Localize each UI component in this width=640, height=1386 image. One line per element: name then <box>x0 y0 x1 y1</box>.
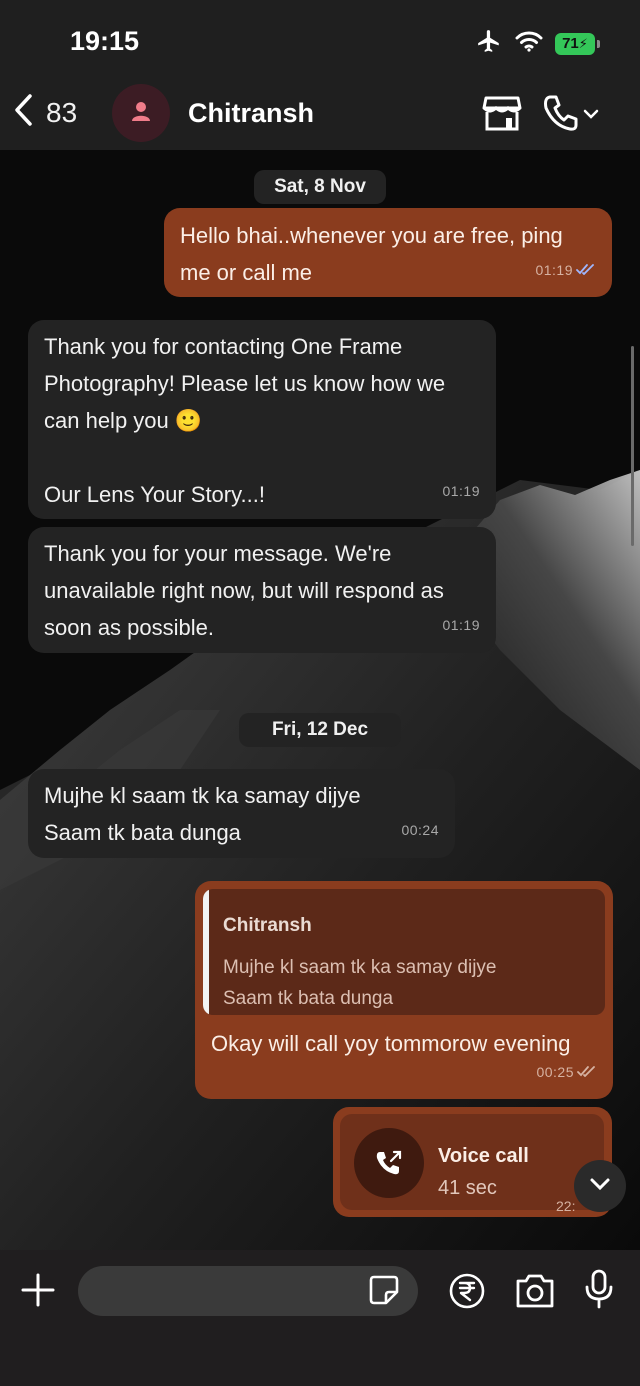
back-button[interactable]: 83 <box>12 92 77 133</box>
message-text: Mujhe kl saam tk ka samay dijye Saam tk … <box>44 783 361 845</box>
message-outgoing[interactable]: Hello bhai..whenever you are free, ping … <box>164 208 612 297</box>
bolt-icon: ⚡ <box>578 35 588 51</box>
status-bar: 19:15 71 ⚡ <box>0 0 640 78</box>
chat-area[interactable]: Sat, 8 Nov Hello bhai..whenever you are … <box>0 150 640 1250</box>
message-meta: 00:24 <box>401 812 439 849</box>
scroll-to-bottom-button[interactable] <box>574 1160 626 1212</box>
rupee-icon[interactable] <box>448 1272 486 1315</box>
read-ticks-icon <box>577 1054 597 1091</box>
message-time: 01:19 <box>442 483 480 499</box>
quote-text: Saam tk bata dunga <box>223 988 394 1009</box>
camera-icon[interactable] <box>514 1272 556 1315</box>
status-icons: 71 ⚡ <box>475 28 600 59</box>
battery-level: 71 ⚡ <box>555 32 595 55</box>
battery-charging-icon: 71 ⚡ <box>555 32 600 55</box>
sticker-icon[interactable] <box>368 1274 400 1311</box>
phone-icon <box>542 94 578 137</box>
wifi-icon <box>515 30 543 57</box>
quoted-message[interactable]: Chitransh Mujhe kl saam tk ka samay dijy… <box>203 889 605 1015</box>
battery-percent: 71 <box>562 35 579 52</box>
message-time: 01:19 <box>535 262 573 278</box>
message-meta: 01:19 <box>442 607 480 644</box>
message-text: Thank you for your message. We're unavai… <box>44 541 444 640</box>
message-time: 01:19 <box>442 617 480 633</box>
message-meta: 01:19 <box>535 252 596 289</box>
call-duration: 41 sec <box>438 1177 497 1199</box>
message-text: Hello bhai..whenever you are free, ping … <box>180 223 563 285</box>
back-chevron-icon <box>12 92 36 133</box>
read-ticks-icon <box>576 252 596 289</box>
avatar[interactable] <box>112 84 170 142</box>
message-time: 00:25 <box>536 1064 574 1080</box>
call-button[interactable] <box>542 94 600 137</box>
airplane-icon <box>475 28 503 59</box>
quote-bar <box>203 889 209 1015</box>
message-time: 00:24 <box>401 822 439 838</box>
voice-call-card[interactable]: Voice call 41 sec 22: <box>340 1114 604 1214</box>
voice-call-message[interactable]: Voice call 41 sec 22: <box>333 1107 612 1217</box>
chat-header: 83 Chitransh <box>0 78 640 150</box>
message-meta: 00:25 <box>536 1054 597 1091</box>
unread-count: 83 <box>46 96 78 128</box>
message-time: 22: <box>556 1198 576 1214</box>
message-incoming[interactable]: Thank you for your message. We're unavai… <box>28 527 496 653</box>
chevron-down-icon <box>589 1177 611 1196</box>
scroll-indicator[interactable] <box>631 346 634 546</box>
shop-icon[interactable] <box>482 94 522 137</box>
message-incoming[interactable]: Mujhe kl saam tk ka samay dijye Saam tk … <box>28 769 455 858</box>
quote-author: Chitransh <box>223 915 312 936</box>
date-separator: Sat, 8 Nov <box>254 170 386 204</box>
message-text: Okay will call yoy tommorow evening <box>211 1031 571 1056</box>
message-meta: 01:19 <box>442 473 480 510</box>
message-outgoing-reply[interactable]: Chitransh Mujhe kl saam tk ka samay dijy… <box>195 881 613 1099</box>
date-separator: Fri, 12 Dec <box>239 713 401 747</box>
message-incoming[interactable]: Thank you for contacting One Frame Photo… <box>28 320 496 519</box>
microphone-icon[interactable] <box>582 1268 616 1315</box>
outgoing-call-icon <box>354 1128 424 1198</box>
battery-cap <box>597 39 600 48</box>
chevron-down-icon <box>582 107 600 125</box>
person-icon <box>130 100 152 127</box>
message-input[interactable] <box>78 1266 418 1316</box>
message-text: Thank you for contacting One Frame Photo… <box>44 334 446 507</box>
composer-bar <box>0 1250 640 1386</box>
plus-icon[interactable] <box>20 1272 56 1313</box>
status-time: 19:15 <box>70 26 140 56</box>
contact-name[interactable]: Chitransh <box>188 98 314 129</box>
